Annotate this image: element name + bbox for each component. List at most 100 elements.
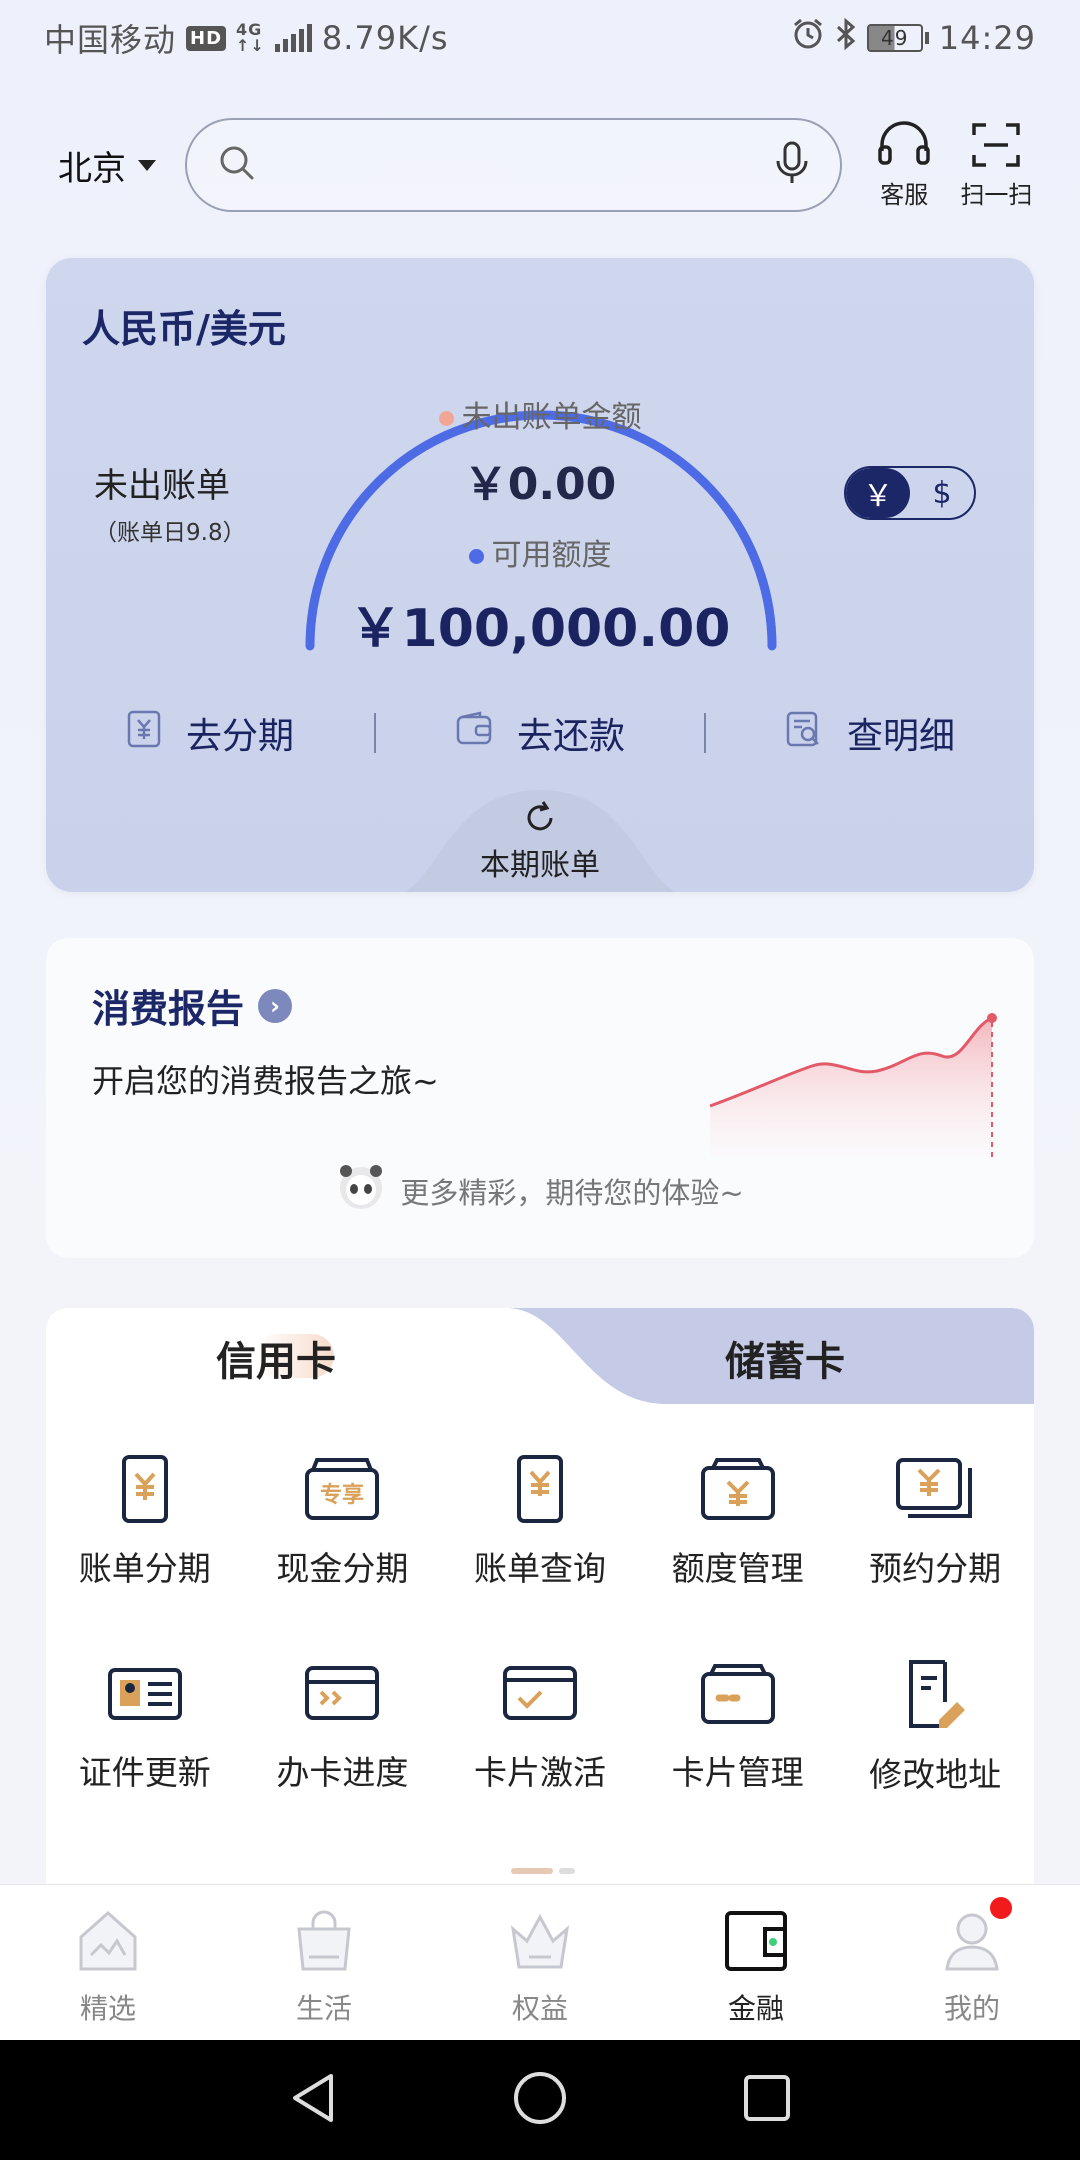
cash-installment-button[interactable]: 专享 现金分期 xyxy=(244,1454,442,1658)
limit-management-label: 额度管理 xyxy=(671,1549,804,1588)
tab-credit-card[interactable]: 信用卡 xyxy=(46,1308,506,1408)
microphone-icon[interactable] xyxy=(774,141,810,189)
details-button[interactable]: 查明细 xyxy=(706,707,1034,759)
svg-text:专享: 专享 xyxy=(320,1482,364,1507)
search-icon xyxy=(217,143,257,187)
nav-finance-label: 金融 xyxy=(727,1992,784,2025)
service-row: 账单分期 专享 现金分期 账单查询 额度管理 预约分期 xyxy=(46,1454,1034,1658)
card-progress-label: 办卡进度 xyxy=(276,1753,409,1792)
card-progress-icon xyxy=(303,1658,381,1732)
limit-management-icon xyxy=(699,1454,777,1528)
card-manage-label: 卡片管理 xyxy=(671,1753,804,1792)
nav-mine[interactable]: 我的 xyxy=(864,1885,1080,2040)
usd-option[interactable]: $ xyxy=(910,468,974,518)
nav-life[interactable]: 生活 xyxy=(216,1885,432,2040)
nav-featured[interactable]: 精选 xyxy=(0,1885,216,2040)
card-manage-button[interactable]: 卡片管理 xyxy=(639,1658,837,1862)
headset-icon xyxy=(876,120,932,175)
network-speed: 8.79K/s xyxy=(321,19,449,57)
customer-service-button[interactable]: 客服 xyxy=(872,120,937,210)
scan-icon xyxy=(970,121,1022,175)
bill-installment-icon xyxy=(110,1454,180,1528)
bill-installment-button[interactable]: 账单分期 xyxy=(46,1454,244,1658)
bottom-nav: 精选 生活 权益 金融 我的 xyxy=(0,1884,1080,2040)
city-label: 北京 xyxy=(58,148,126,189)
card-activate-label: 卡片激活 xyxy=(473,1753,606,1792)
system-nav-bar xyxy=(0,2040,1080,2160)
available-credit-amount: ￥100,000.00 xyxy=(349,599,731,659)
card-actions: 去分期 去还款 查明细 xyxy=(46,698,1034,768)
home-circle-icon[interactable] xyxy=(512,2070,568,2130)
caret-down-icon xyxy=(138,159,156,171)
search-input[interactable] xyxy=(272,148,774,182)
cash-installment-label: 现金分期 xyxy=(276,1549,409,1588)
scheduled-installment-icon xyxy=(894,1454,976,1528)
bill-query-label: 账单查询 xyxy=(473,1549,606,1588)
blue-dot-icon xyxy=(468,549,484,564)
cny-option[interactable]: ￥ xyxy=(846,468,910,518)
carrier-text: 中国移动 xyxy=(44,21,177,59)
refresh-icon xyxy=(521,798,559,840)
cards-panel: 信用卡 储蓄卡 账单分期 专享 现金分期 账单查询 额度管理 预约分期 证件更新… xyxy=(46,1308,1034,1888)
alarm-icon xyxy=(791,17,825,59)
signal-icon xyxy=(274,24,312,52)
report-footer-text: 更多精彩，期待您的体验~ xyxy=(400,1175,744,1210)
page-indicator xyxy=(511,1868,575,1874)
bluetooth-icon xyxy=(835,17,857,59)
service-grid: 账单分期 专享 现金分期 账单查询 额度管理 预约分期 证件更新 办卡进度 卡片… xyxy=(46,1454,1034,1862)
tab-debit-card[interactable]: 储蓄卡 xyxy=(536,1308,1034,1408)
edit-address-icon xyxy=(899,1658,971,1734)
search-box[interactable] xyxy=(184,118,842,212)
scheduled-installment-button[interactable]: 预约分期 xyxy=(836,1454,1034,1658)
city-selector[interactable]: 北京 xyxy=(58,141,185,190)
repay-button[interactable]: 去还款 xyxy=(376,707,704,759)
wallet-icon xyxy=(455,710,493,756)
card-activate-button[interactable]: 卡片激活 xyxy=(441,1658,639,1862)
limit-management-button[interactable]: 额度管理 xyxy=(639,1454,837,1658)
scan-button[interactable]: 扫一扫 xyxy=(959,121,1034,210)
available-credit-label: 可用额度 xyxy=(46,530,1034,574)
nav-life-label: 生活 xyxy=(295,1992,352,2025)
nav-benefits-label: 权益 xyxy=(511,1992,568,2025)
recents-icon[interactable] xyxy=(741,2072,793,2128)
search-document-icon xyxy=(785,710,823,757)
nav-benefits[interactable]: 权益 xyxy=(432,1885,648,2040)
network-type: 4G ↑↓ xyxy=(236,20,265,55)
report-title[interactable]: 消费报告 › xyxy=(92,978,293,1033)
spending-report-card[interactable]: 消费报告 › 开启您的消费报告之旅~ 更多精彩，期待您的体验~ xyxy=(46,938,1034,1258)
id-update-label: 证件更新 xyxy=(78,1753,211,1792)
report-footer: 更多精彩，期待您的体验~ xyxy=(46,1162,1034,1219)
clock: 14:29 xyxy=(938,19,1036,57)
salmon-dot-icon xyxy=(438,411,454,426)
nav-finance[interactable]: 金融 xyxy=(648,1885,864,2040)
edit-address-label: 修改地址 xyxy=(869,1755,1002,1794)
crown-icon xyxy=(505,1905,575,1979)
installment-button[interactable]: 去分期 xyxy=(46,707,374,759)
installment-label: 去分期 xyxy=(185,716,294,757)
shopping-bag-icon xyxy=(289,1905,359,1979)
current-bill-tab[interactable]: 本期账单 xyxy=(380,790,700,892)
scheduled-installment-label: 预约分期 xyxy=(869,1549,1002,1588)
chevron-right-icon: › xyxy=(258,988,293,1023)
nav-featured-label: 精选 xyxy=(79,1992,136,2025)
details-label: 查明细 xyxy=(846,716,955,757)
edit-address-button[interactable]: 修改地址 xyxy=(836,1658,1034,1862)
bill-query-button[interactable]: 账单查询 xyxy=(441,1454,639,1658)
report-subtitle: 开启您的消费报告之旅~ xyxy=(92,1062,439,1100)
battery-icon: 49 xyxy=(866,24,929,52)
id-update-button[interactable]: 证件更新 xyxy=(46,1658,244,1862)
home-icon xyxy=(73,1905,143,1979)
bill-installment-label: 账单分期 xyxy=(78,1549,211,1588)
card-progress-button[interactable]: 办卡进度 xyxy=(244,1658,442,1862)
scan-label: 扫一扫 xyxy=(960,180,1033,209)
currency-toggle[interactable]: ￥ $ xyxy=(844,466,976,520)
repay-label: 去还款 xyxy=(516,716,625,757)
header: 北京 客服 扫一扫 xyxy=(0,110,1080,220)
cash-installment-icon: 专享 xyxy=(303,1454,381,1528)
customer-service-label: 客服 xyxy=(880,180,929,209)
status-bar: 中国移动 HD 4G ↑↓ 8.79K/s 49 14:29 xyxy=(0,0,1080,76)
unbilled-amount-label: 未出账单金额 xyxy=(46,392,1034,436)
back-icon[interactable] xyxy=(287,2070,339,2130)
trend-chart-icon xyxy=(709,1013,997,1161)
yuan-document-icon xyxy=(126,710,162,757)
